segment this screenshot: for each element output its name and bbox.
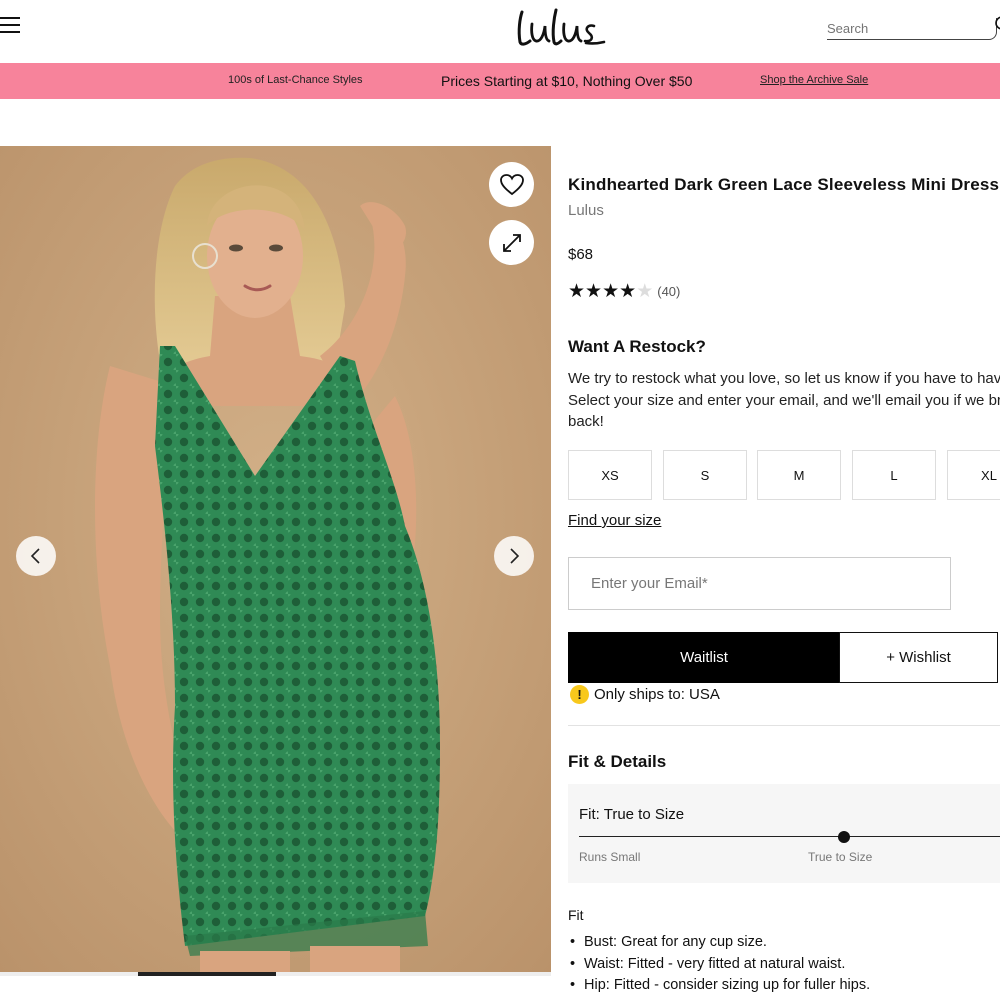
size-option-xs[interactable]: XS <box>568 450 652 500</box>
chevron-right-icon <box>510 548 520 564</box>
star-icon: ★ <box>585 280 603 302</box>
product-title: Kindhearted Dark Green Lace Sleeveless M… <box>568 175 1000 194</box>
fit-details-title[interactable]: Fit & Details <box>568 752 666 772</box>
star-icon: ★ <box>619 280 637 302</box>
product-price: $68 <box>568 246 594 263</box>
fit-scale-line <box>579 836 1000 837</box>
shipping-notice: ! Only ships to: USA <box>570 685 720 704</box>
expand-image-button[interactable] <box>489 220 534 265</box>
heart-icon <box>499 173 524 195</box>
star-empty-icon: ★ <box>636 280 654 302</box>
product-rating[interactable]: ★ ★ ★ ★ ★ (40) <box>568 281 680 301</box>
star-icon: ★ <box>602 280 620 302</box>
size-option-s[interactable]: S <box>663 450 747 500</box>
star-icon: ★ <box>568 280 586 302</box>
review-count[interactable]: (40) <box>657 284 680 299</box>
email-field[interactable] <box>569 558 950 609</box>
previous-image-button[interactable] <box>16 536 56 576</box>
product-info-panel: Kindhearted Dark Green Lace Sleeveless M… <box>568 0 1000 1000</box>
fit-scale-box: Fit: True to Size Runs Small True to Siz… <box>568 784 1000 883</box>
find-your-size-link[interactable]: Find your size <box>568 512 661 529</box>
chevron-left-icon <box>30 548 40 564</box>
size-option-xl[interactable]: XL <box>947 450 1000 500</box>
restock-description: We try to restock what you love, so let … <box>568 370 1000 430</box>
fit-label: Fit: True to Size <box>579 806 685 823</box>
waitlist-button[interactable]: Waitlist <box>568 632 840 683</box>
add-to-wishlist-button[interactable]: + Wishlist <box>839 632 998 683</box>
warning-icon: ! <box>570 685 589 704</box>
fit-scale-true-to-size: True to Size <box>808 850 873 864</box>
next-image-button[interactable] <box>494 536 534 576</box>
fit-scale-marker <box>838 831 850 843</box>
product-brand[interactable]: Lulus <box>568 202 604 219</box>
wishlist-heart-button[interactable] <box>489 162 534 207</box>
product-photo <box>0 146 551 972</box>
restock-title: Want A Restock? <box>568 337 706 356</box>
gallery-progress-fill <box>137 972 276 976</box>
product-image-gallery[interactable] <box>0 146 551 972</box>
gallery-progress-bar <box>0 972 551 976</box>
section-divider <box>568 725 1000 726</box>
email-field-wrapper <box>568 557 951 610</box>
size-option-l[interactable]: L <box>852 450 936 500</box>
fit-bullet-list: Bust: Great for any cup size. Waist: Fit… <box>568 932 870 997</box>
shipping-notice-text: Only ships to: USA <box>594 686 720 703</box>
promo-left-text: 100s of Last-Chance Styles <box>228 74 363 86</box>
list-item: Hip: Fitted - consider sizing up for ful… <box>568 975 870 997</box>
expand-icon <box>502 233 521 252</box>
list-item: Waist: Fitted - very fitted at natural w… <box>568 954 870 976</box>
size-option-m[interactable]: M <box>757 450 841 500</box>
fit-subheading: Fit <box>568 907 584 923</box>
hamburger-menu-icon[interactable] <box>0 17 20 33</box>
list-item: Bust: Great for any cup size. <box>568 932 870 954</box>
fit-scale-runs-small: Runs Small <box>579 850 641 864</box>
